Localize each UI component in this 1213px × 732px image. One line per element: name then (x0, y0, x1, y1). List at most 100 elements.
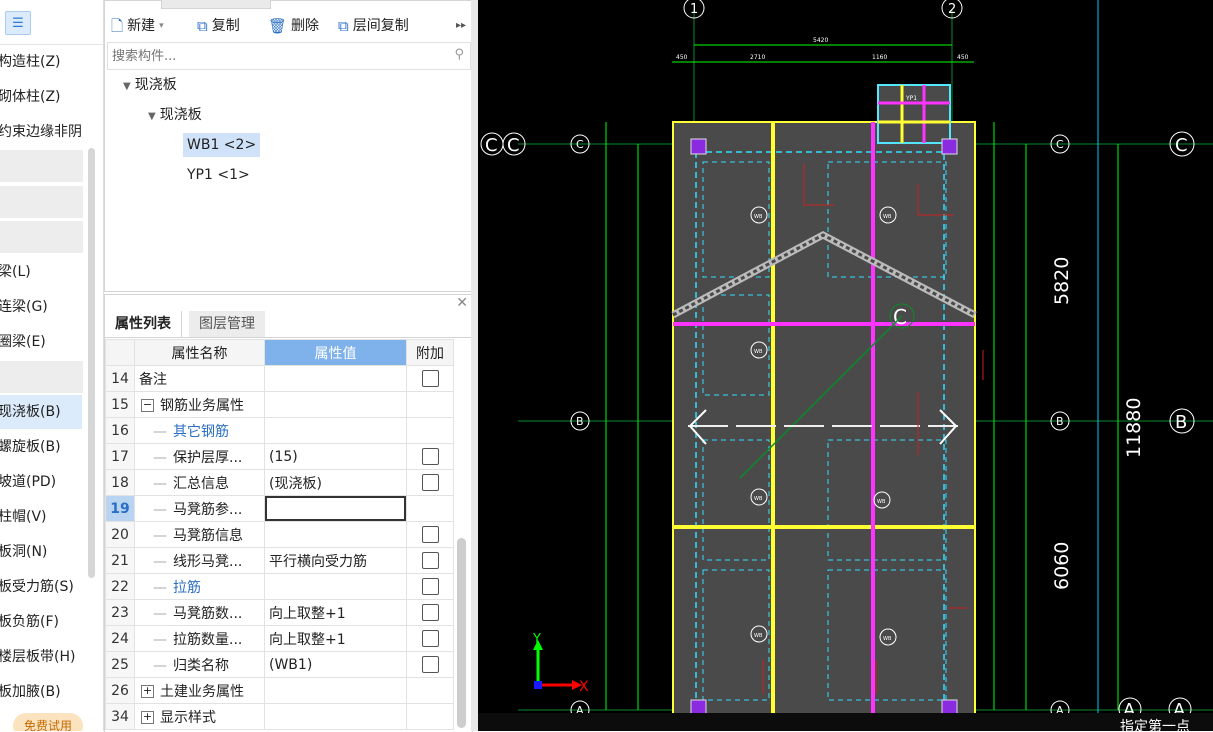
table-row[interactable]: 26 + 土建业务属性 (105, 677, 454, 704)
property-scrollbar[interactable] (457, 538, 466, 728)
property-panel: ✕ 属性列表 图层管理 属性名称 属性值 附加 14 备注 15 − 钢筋业务属性… (104, 294, 473, 732)
property-name: 其它钢筋 (173, 423, 229, 440)
nav-item-slab-haunch[interactable]: 板加腋(B) (0, 675, 88, 709)
tree-node-root[interactable]: ▼ 现浇板 (123, 73, 177, 97)
table-row[interactable]: 22 — 拉筋 (105, 573, 454, 600)
property-value[interactable] (264, 573, 407, 600)
nav-item-floor-strip[interactable]: 楼层板带(H) (0, 640, 88, 674)
extra-checkbox[interactable] (421, 552, 439, 569)
nav-item-slab-neg-rebar[interactable]: 板负筋(F) (0, 605, 88, 639)
search-icon[interactable]: ⚲ (454, 47, 464, 62)
close-icon[interactable]: ✕ (456, 295, 468, 311)
table-row[interactable]: 18 — 汇总信息 (现浇板) (105, 469, 454, 496)
nav-item-structural-column[interactable]: 构造柱(Z) (0, 45, 88, 79)
extra-checkbox[interactable] (421, 604, 439, 621)
property-name: 马凳筋数... (173, 605, 243, 622)
row-number-header (105, 339, 135, 366)
nav-item-beam[interactable]: 梁(L) (0, 255, 88, 289)
tree-line-icon: — (153, 501, 167, 518)
row-number: 18 (105, 469, 135, 496)
expand-icon[interactable]: + (141, 685, 154, 698)
nav-scrollbar[interactable] (88, 148, 95, 578)
extra-checkbox[interactable] (421, 630, 439, 647)
extra-checkbox[interactable] (421, 370, 439, 387)
property-value[interactable]: (WB1) (264, 651, 407, 678)
table-row[interactable]: 25 — 归类名称 (WB1) (105, 651, 454, 678)
nav-item-cast-slab[interactable]: 现浇板(B) (0, 395, 82, 429)
list-view-icon[interactable]: ☰ (5, 11, 31, 35)
extra-checkbox[interactable] (421, 474, 439, 491)
nav-item-edge-member[interactable]: 约束边缘非阴 (0, 115, 88, 149)
property-value[interactable]: 平行横向受力筋 (264, 547, 407, 574)
expand-icon[interactable]: + (141, 711, 154, 724)
property-value[interactable]: (15) (264, 443, 407, 470)
property-value[interactable]: 向上取整+1 (264, 599, 407, 626)
tree-line-icon: — (153, 657, 167, 674)
table-row[interactable]: 19 — 马凳筋参... (105, 495, 454, 522)
property-group[interactable]: + 土建业务属性 (134, 677, 265, 704)
caret-down-icon[interactable]: ▼ (148, 111, 156, 122)
tab-property-list[interactable]: 属性列表 (105, 311, 182, 337)
extra-checkbox[interactable] (421, 578, 439, 595)
dim-top-b: 2710 (750, 54, 765, 61)
floor-copy-button[interactable]: ⧉ 层间复制 (338, 15, 409, 37)
nav-item-slab-main-rebar[interactable]: 板受力筋(S) (0, 570, 88, 604)
nav-item-slab-opening[interactable]: 板洞(N) (0, 535, 88, 569)
free-trial-button[interactable]: 免费试用 (13, 713, 83, 731)
caret-down-icon[interactable]: ▼ (123, 81, 131, 92)
tab-layer-manager[interactable]: 图层管理 (189, 311, 265, 337)
nav-placeholder (0, 150, 83, 182)
property-name: 拉筋数量... (173, 631, 243, 648)
nav-item-column-cap[interactable]: 柱帽(V) (0, 500, 88, 534)
tree-line-icon: — (153, 475, 167, 492)
more-tools-icon[interactable]: ▸▸ (456, 15, 466, 37)
slab-yp1 (877, 84, 951, 144)
table-row[interactable]: 23 — 马凳筋数... 向上取整+1 (105, 599, 454, 626)
row-number: 23 (105, 599, 135, 626)
extra-checkbox[interactable] (421, 448, 439, 465)
nav-item-masonry-column[interactable]: 砌体柱(Z) (0, 80, 88, 114)
row-number: 16 (105, 417, 135, 444)
nav-item-ramp[interactable]: 坡道(PD) (0, 465, 88, 499)
property-value[interactable] (264, 365, 407, 392)
property-value[interactable]: 向上取整+1 (264, 625, 407, 652)
property-value[interactable]: (现浇板) (264, 469, 407, 496)
slab-mark: WB (883, 214, 892, 220)
collapse-icon[interactable]: − (141, 399, 154, 412)
property-value (264, 677, 407, 704)
axis-label-2: 2 (948, 2, 956, 17)
table-row[interactable]: 15 − 钢筋业务属性 (105, 391, 454, 418)
tree-item-yp1[interactable]: YP1 <1> (187, 163, 250, 187)
cad-canvas[interactable]: 1 2 C C C B A C B A C B A A 5420 450 271… (478, 0, 1213, 731)
dropdown-arrow-icon[interactable]: ▾ (159, 15, 164, 37)
grid-label-c: C (1175, 135, 1188, 156)
nav-item-ring-beam[interactable]: 圈梁(E) (0, 325, 88, 359)
table-row[interactable]: 16 — 其它钢筋 (105, 417, 454, 444)
table-row[interactable]: 20 — 马凳筋信息 (105, 521, 454, 548)
extra-checkbox[interactable] (421, 656, 439, 673)
table-row[interactable]: 34 + 显示样式 (105, 703, 454, 730)
copy-button[interactable]: ⧉ 复制 (197, 15, 240, 37)
delete-button[interactable]: 🗑 删除 (268, 15, 319, 37)
tree-item-wb1[interactable]: WB1 <2> (183, 133, 261, 157)
extra-checkbox[interactable] (421, 526, 439, 543)
property-value[interactable] (264, 521, 407, 548)
table-row[interactable]: 24 — 拉筋数量... 向上取整+1 (105, 625, 454, 652)
property-value-editor[interactable] (264, 495, 407, 522)
tree-node-child[interactable]: ▼ 现浇板 (148, 103, 202, 127)
table-row[interactable]: 17 — 保护层厚... (15) (105, 443, 454, 470)
table-row[interactable]: 21 — 线形马凳... 平行横向受力筋 (105, 547, 454, 574)
search-input[interactable] (108, 43, 444, 69)
property-group[interactable]: + 显示样式 (134, 703, 265, 730)
new-button[interactable]: 🗋 新建 ▾ (111, 15, 164, 37)
property-name-header: 属性名称 (134, 339, 265, 366)
panel-splitter[interactable] (471, 0, 478, 731)
dim-right-lower: 6060 (1051, 542, 1073, 590)
property-group[interactable]: − 钢筋业务属性 (134, 391, 265, 418)
dim-top-d: 450 (957, 54, 969, 61)
trash-icon: 🗑 (268, 17, 288, 35)
nav-item-link-beam[interactable]: 连梁(G) (0, 290, 88, 324)
property-value (264, 391, 407, 418)
table-row[interactable]: 14 备注 (105, 365, 454, 392)
nav-item-spiral-slab[interactable]: 螺旋板(B) (0, 430, 88, 464)
